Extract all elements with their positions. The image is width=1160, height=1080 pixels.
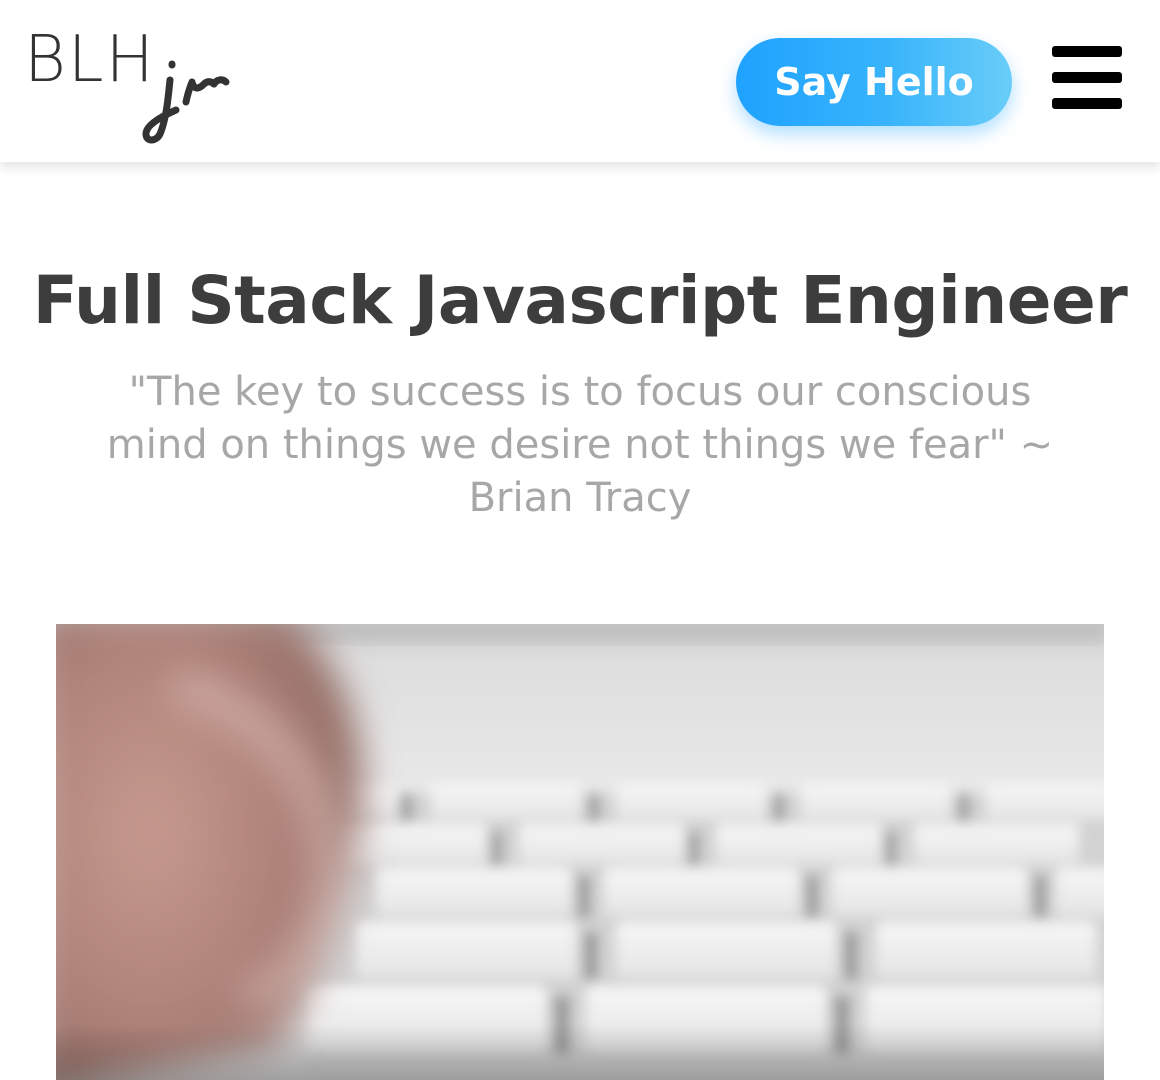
logo-script-jr [142,60,230,144]
page-title: Full Stack Javascript Engineer [32,262,1128,339]
hamburger-menu-icon[interactable] [1052,46,1122,110]
hero-quote: "The key to success is to focus our cons… [106,369,1054,521]
menu-bar [1052,72,1122,83]
menu-bar [1052,98,1122,109]
menu-bar [1052,46,1122,57]
say-hello-button[interactable]: Say Hello [736,38,1012,126]
site-header: BLH Say Hello [0,0,1160,162]
hero-image [56,624,1104,1080]
site-logo[interactable]: BLH [24,20,234,145]
logo-text: BLH [24,23,156,97]
keyboard-photo [56,624,1104,1080]
